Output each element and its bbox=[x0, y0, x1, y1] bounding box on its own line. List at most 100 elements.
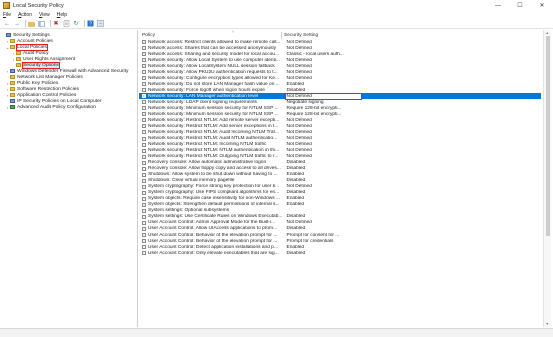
policy-setting-icon bbox=[142, 64, 146, 69]
folder-icon bbox=[10, 38, 15, 44]
security-setting-value: Prompt for consent for ... bbox=[286, 232, 340, 238]
policy-name: User Account Control: Behavior of the el… bbox=[148, 232, 278, 238]
scrollbar-thumb[interactable] bbox=[546, 36, 550, 236]
security-setting-value: Not Defined bbox=[286, 57, 312, 63]
security-setting-value: Disabled bbox=[286, 166, 306, 172]
policy-setting-icon bbox=[142, 220, 146, 225]
policy-setting-icon bbox=[142, 226, 146, 231]
security-setting-value: Disabled bbox=[286, 87, 306, 93]
policy-setting-icon bbox=[142, 58, 146, 63]
folder-up-icon[interactable] bbox=[28, 20, 36, 28]
tree-item-label: IP Security Policies on Local Computer bbox=[17, 98, 102, 104]
back-arrow-icon[interactable]: ← bbox=[3, 20, 11, 28]
folder-icon bbox=[10, 80, 15, 86]
column-divider[interactable] bbox=[281, 32, 282, 39]
svg-text:?: ? bbox=[89, 22, 92, 27]
security-setting-value: Not Defined bbox=[286, 136, 312, 142]
security-setting-value: Not Defined bbox=[286, 117, 312, 123]
policy-setting-icon bbox=[142, 112, 146, 117]
policy-name: Recovery console: Allow automatic admini… bbox=[148, 160, 267, 166]
security-setting-value: Enabled bbox=[286, 202, 305, 208]
policy-setting-icon bbox=[142, 251, 146, 256]
table-row[interactable]: User Account Control: Only elevate execu… bbox=[139, 250, 541, 256]
toolbar: ← → ✖ ↻ ? bbox=[0, 19, 553, 29]
policy-name: Network security: Allow PKU2U authentica… bbox=[148, 69, 278, 75]
policy-name: System cryptography: Use FIPS compliant … bbox=[148, 190, 280, 196]
policy-setting-icon bbox=[142, 130, 146, 135]
help-icon[interactable]: ? bbox=[87, 20, 95, 28]
policy-name: Shutdown: Clear virtual memory pagefile bbox=[148, 178, 235, 184]
security-setting-value: Enabled bbox=[286, 196, 305, 202]
policy-name: System objects: Strengthen default permi… bbox=[148, 202, 280, 208]
policy-name: User Account Control: Allow UIAccess app… bbox=[148, 226, 278, 232]
vertical-scrollbar[interactable]: ▲ ▼ bbox=[543, 30, 551, 327]
policy-list: ˄ Policy Security Setting Network access… bbox=[139, 30, 541, 327]
status-bar bbox=[0, 328, 553, 337]
security-setting-value: Disabled bbox=[286, 160, 306, 166]
menu-action[interactable]: Action bbox=[18, 12, 32, 18]
policy-name: System objects: Require case insensitivi… bbox=[148, 196, 280, 202]
policy-name: Network security: LAN Manager authentica… bbox=[148, 93, 259, 99]
policy-setting-icon bbox=[142, 214, 146, 219]
policy-setting-icon bbox=[142, 100, 146, 105]
menu-view[interactable]: View bbox=[39, 12, 50, 18]
policy-name: Network security: Allow LocalSystem NULL… bbox=[148, 63, 275, 69]
policy-name: Network security: Restrict NTLM: Outgoin… bbox=[148, 154, 279, 160]
show-hide-tree-icon[interactable] bbox=[38, 20, 46, 28]
menu-help[interactable]: Help bbox=[57, 12, 67, 18]
refresh-icon[interactable]: ↻ bbox=[72, 20, 80, 28]
policy-name: Network security: Restrict NTLM: Add ser… bbox=[148, 123, 279, 129]
policy-setting-icon bbox=[142, 154, 146, 159]
security-setting-value: Not Defined bbox=[286, 154, 312, 160]
policy-setting-icon bbox=[142, 160, 146, 165]
security-setting-value: Enabled bbox=[286, 172, 305, 178]
column-header-policy[interactable]: Policy bbox=[142, 32, 155, 39]
policy-setting-icon bbox=[142, 208, 146, 213]
folder-icon bbox=[16, 62, 21, 68]
security-setting-value: Not Defined bbox=[286, 129, 312, 135]
scroll-down-icon[interactable]: ▼ bbox=[546, 322, 549, 326]
delete-icon[interactable]: ✖ bbox=[52, 20, 60, 28]
minimize-button[interactable]: — bbox=[487, 0, 509, 11]
security-setting-value: Enabled bbox=[286, 81, 305, 87]
export-list-icon[interactable] bbox=[97, 20, 105, 28]
policy-name: Network access: Sharing and security mod… bbox=[148, 51, 279, 57]
maximize-button[interactable]: ☐ bbox=[509, 0, 531, 11]
policy-name: User Account Control: Only elevate execu… bbox=[148, 250, 279, 256]
menu-help-label: elp bbox=[60, 12, 68, 18]
security-setting-value: Not Defined bbox=[286, 142, 312, 148]
tree-item-label: Account Policies bbox=[17, 38, 53, 44]
tree-item-label: Audit Policy bbox=[23, 50, 49, 56]
policy-setting-icon bbox=[142, 184, 146, 189]
menu-file[interactable]: File bbox=[3, 12, 11, 18]
column-header-security-setting[interactable]: Security Setting bbox=[284, 32, 318, 39]
policy-setting-icon bbox=[142, 178, 146, 183]
window-title: Local Security Policy bbox=[13, 2, 64, 9]
properties-icon[interactable] bbox=[62, 20, 70, 28]
policy-name: Network security: Minimum session securi… bbox=[148, 105, 279, 111]
forward-arrow-icon[interactable]: → bbox=[13, 20, 21, 28]
tree-item-advanced-audit[interactable]: › Advanced Audit Policy Configuration bbox=[0, 104, 137, 110]
scroll-up-icon[interactable]: ▲ bbox=[546, 31, 549, 35]
security-setting-value: Disabled bbox=[286, 190, 306, 196]
security-setting-value: Disabled bbox=[286, 214, 306, 220]
policy-setting-icon bbox=[142, 136, 146, 141]
security-setting-value: Not Defined bbox=[286, 39, 312, 45]
menu-file-label: ile bbox=[6, 12, 12, 18]
policy-name: User Account Control: Admin Approval Mod… bbox=[148, 220, 275, 226]
folder-icon bbox=[10, 74, 15, 80]
policy-name: Network security: Restrict NTLM: NTLM au… bbox=[148, 148, 280, 154]
security-setting-value: Require 128-bit encrypti... bbox=[286, 111, 342, 117]
policy-setting-icon bbox=[142, 70, 146, 75]
ip-security-icon bbox=[10, 98, 15, 104]
security-setting-value: Enabled bbox=[286, 244, 305, 250]
policy-name: System settings: Use Certificate Rules o… bbox=[148, 214, 283, 220]
policy-rows: Network access: Restrict clients allowed… bbox=[139, 39, 541, 256]
security-setting-value: Disabled bbox=[286, 226, 306, 232]
folder-icon bbox=[10, 92, 15, 98]
policy-name: System settings: Optional subsystems bbox=[148, 208, 230, 214]
security-setting-value: Not Defined bbox=[286, 69, 312, 75]
policy-name: Network security: Configure encryption t… bbox=[148, 75, 279, 81]
close-button[interactable]: ✕ bbox=[531, 0, 553, 11]
firewall-icon bbox=[10, 68, 15, 74]
